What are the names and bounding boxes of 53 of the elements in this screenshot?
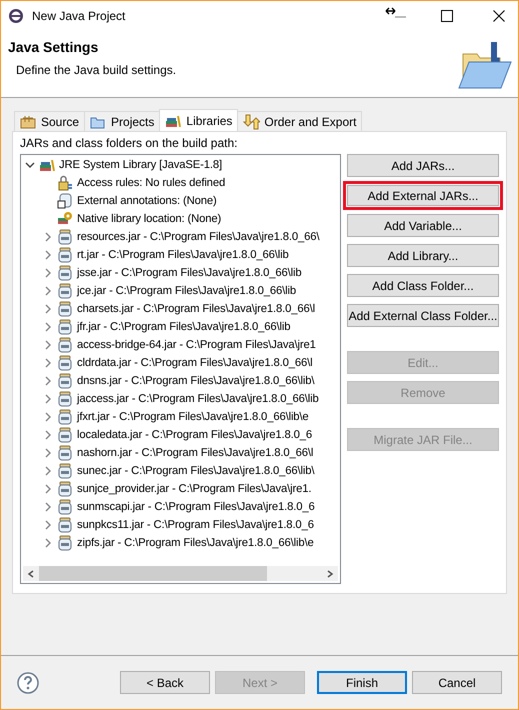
tab[interactable]: Order and Export (237, 111, 362, 131)
tree-item[interactable]: External annotations: (None) (77, 195, 217, 207)
scroll-left-icon[interactable] (27, 570, 35, 578)
page-title: Java Settings (8, 39, 100, 55)
books-icon (39, 157, 55, 173)
tree-item[interactable]: sunmscapi.jar - C:\Program Files\Java\jre1.8.0_6 (77, 501, 315, 513)
tree-item[interactable]: zipfs.jar - C:\Program Files\Java\jre1.8.0_66\lib\e (77, 537, 314, 549)
tree-item[interactable]: jfxrt.jar - C:\Program Files\Java\jre1.8.0_66\lib\e (77, 411, 309, 423)
tree-item[interactable]: jaccess.jar - C:\Program Files\Java\jre1.8.0_66\lib (77, 393, 319, 405)
page-description: Define the Java build settings. (15, 63, 176, 77)
button[interactable]: Finish (317, 671, 407, 694)
tree-item[interactable]: jfr.jar - C:\Program Files\Java\jre1.8.0_66\lib (77, 321, 290, 333)
tab[interactable]: Libraries (159, 109, 238, 131)
tree-item[interactable]: jce.jar - C:\Program Files\Java\jre1.8.0_66\lib (77, 285, 296, 297)
lock-icon (57, 175, 73, 191)
help-icon[interactable] (17, 672, 39, 694)
package-folder-icon (20, 114, 37, 130)
tree-item[interactable]: charsets.jar - C:\Program Files\Java\jre1.8.0_66\l (77, 303, 315, 315)
tree-item[interactable]: resources.jar - C:\Program Files\Java\jre1.8.0_66\ (77, 231, 320, 243)
tab[interactable]: Projects (84, 111, 160, 131)
button[interactable]: < Back (120, 671, 210, 694)
tree-item[interactable]: dnsns.jar - C:\Program Files\Java\jre1.8.0_66\lib\ (77, 375, 314, 387)
window-title: New Java Project (32, 9, 126, 23)
tree-item[interactable]: cldrdata.jar - C:\Program Files\Java\jre1.8.0_66\l (77, 357, 312, 369)
button[interactable]: Add JARs... (347, 154, 499, 177)
tab[interactable]: Source (14, 111, 86, 131)
button[interactable]: Add Class Folder... (347, 274, 499, 297)
button[interactable]: Cancel (412, 671, 502, 694)
minimize-icon[interactable] (385, 7, 407, 19)
tree-item[interactable]: sunjce_provider.jar - C:\Program Files\Java\jre1. (77, 483, 312, 495)
tree-item[interactable]: sunpkcs11.jar - C:\Program Files\Java\jre1.8.0_6 (77, 519, 314, 531)
button[interactable]: Add Variable... (347, 214, 499, 237)
app-icon (8, 8, 24, 24)
gear-books-icon (57, 211, 73, 227)
button[interactable]: Add Library... (347, 244, 499, 267)
tree-item[interactable]: JRE System Library [JavaSE-1.8] (59, 159, 222, 171)
section-label: JARs and class folders on the build path: (20, 136, 238, 150)
tree-item[interactable]: Access rules: No rules defined (77, 177, 226, 189)
tree-item[interactable]: access-bridge-64.jar - C:\Program Files\Java\jre1 (77, 339, 316, 351)
horizontal-scrollbar[interactable] (23, 566, 338, 581)
button[interactable]: Add External JARs... (343, 181, 503, 210)
tree-item[interactable]: jsse.jar - C:\Program Files\Java\jre1.8.0_66\lib (77, 267, 302, 279)
scroll-right-icon[interactable] (326, 570, 334, 578)
tree-item[interactable]: sunec.jar - C:\Program Files\Java\jre1.8.0_66\lib\ (77, 465, 314, 477)
button[interactable]: Add External Class Folder... (347, 304, 499, 327)
tree-item[interactable]: nashorn.jar - C:\Program Files\Java\jre1.8.0_66\l (77, 447, 314, 459)
tree-item[interactable]: Native library location: (None) (77, 213, 222, 225)
tree-item[interactable]: localedata.jar - C:\Program Files\Java\jre1.8.0_6 (77, 429, 312, 441)
arrows-icon (243, 114, 260, 130)
close-icon[interactable] (493, 10, 505, 22)
maximize-icon[interactable] (441, 10, 453, 22)
tree-item[interactable]: rt.jar - C:\Program Files\Java\jre1.8.0_66\lib (77, 249, 289, 261)
scrollbar-thumb[interactable] (39, 566, 267, 581)
